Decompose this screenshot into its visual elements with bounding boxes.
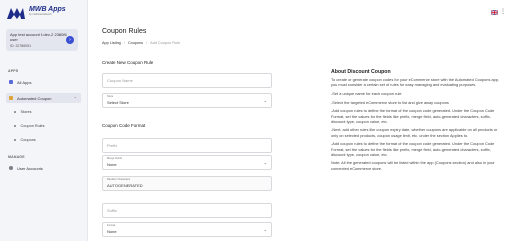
account-id: ID: 22786051	[10, 44, 32, 48]
sidebar-subitem-label: Coupon Rules	[20, 124, 45, 128]
coupon-name-placeholder: Coupon Name	[107, 78, 133, 83]
bullet-icon	[14, 125, 16, 127]
sidebar-subitem-label: Stores	[20, 110, 32, 114]
about-paragraph: -Add coupon rules to define the format o…	[331, 141, 495, 157]
merge-fields-label: Merge Fields	[107, 157, 122, 160]
chevron-down-icon: ⌄	[263, 227, 267, 232]
about-panel: About Discount Coupon To create or gener…	[331, 69, 503, 174]
store-label: Store	[107, 95, 114, 98]
format-select[interactable]: Format None ⌄	[102, 222, 272, 237]
sidebar-item-label: All Apps	[17, 79, 32, 85]
chevron-up-icon: ⌃	[73, 95, 77, 101]
store-value: Select Store	[107, 100, 129, 105]
sidebar-item-label: User Accounts	[17, 165, 43, 171]
sidebar-subitem-stores[interactable]: Stores	[14, 110, 31, 114]
chevron-down-icon: ⌄	[263, 98, 267, 103]
about-paragraph: To create or generate coupon codes for y…	[331, 77, 500, 88]
about-paragraph: -Select the targeted eCommerce store to …	[331, 99, 449, 105]
breadcrumb-coupons[interactable]: Coupons	[128, 41, 143, 45]
suffix-placeholder: Suffix	[107, 208, 117, 213]
about-paragraph: -Add coupon rules to define the format o…	[331, 108, 495, 124]
sidebar-item-user-accounts[interactable]: User Accounts	[6, 163, 81, 173]
coupon-icon	[9, 96, 13, 100]
breadcrumb: App Listing / Coupons / Add Coupon Rule	[102, 41, 181, 45]
chevron-right-icon[interactable]: ›	[66, 36, 74, 44]
sidebar-subitem-coupons[interactable]: Coupons	[14, 138, 36, 142]
brand-name: MWB Apps	[29, 6, 66, 13]
apps-section-label: APPS	[8, 69, 19, 73]
main-content: ⋮ Coupon Rules App Listing / Coupons / Add C…	[95, 0, 512, 241]
random-characters-value: AUTOGENERATED	[107, 183, 143, 188]
about-paragraph: Note: All the generated coupons will be …	[331, 160, 495, 171]
page-title: Coupon Rules	[102, 28, 147, 35]
account-name: App test account f-dev-2 2380f6 user	[10, 32, 67, 42]
manage-section-label: MANAGE	[8, 155, 25, 159]
brand-tagline: by mobileworkbench	[29, 13, 52, 16]
prefix-input[interactable]: Prefix	[102, 138, 272, 153]
grid-icon	[9, 80, 13, 84]
suffix-input[interactable]: Suffix	[102, 203, 272, 218]
random-characters-field: Random Characters AUTOGENERATED	[102, 176, 272, 191]
coupon-code-format-heading: Coupon Code Format	[102, 123, 146, 128]
merge-fields-value: None	[107, 162, 117, 167]
mwb-logo-icon	[7, 8, 25, 19]
random-characters-label: Random Characters	[107, 178, 131, 181]
sidebar-item-all-apps[interactable]: All Apps	[6, 77, 81, 87]
coupon-name-input[interactable]: Coupon Name	[102, 73, 272, 88]
chevron-down-icon: ⌄	[263, 160, 267, 165]
sidebar-subitem-label: Coupons	[20, 138, 36, 142]
bullet-icon	[14, 139, 16, 141]
prefix-placeholder: Prefix	[107, 143, 118, 148]
store-select[interactable]: Store Select Store ⌄	[102, 93, 272, 108]
sidebar-subitem-coupon-rules[interactable]: Coupon Rules	[14, 124, 45, 128]
uk-flag-icon[interactable]	[491, 10, 498, 15]
about-paragraph: -Set a unique name for each coupon rule	[331, 90, 402, 96]
format-label: Format	[107, 224, 116, 227]
more-options-icon[interactable]: ⋮	[500, 9, 506, 15]
breadcrumb-current: Add Coupon Rule	[150, 41, 181, 45]
user-icon	[9, 166, 13, 170]
breadcrumb-app-listing[interactable]: App Listing	[102, 41, 121, 45]
bullet-icon	[14, 111, 16, 113]
merge-fields-select[interactable]: Merge Fields None ⌄	[102, 155, 272, 170]
format-value: None	[107, 229, 117, 234]
sidebar: MWB Apps by mobileworkbench App test acc…	[0, 0, 88, 241]
about-title: About Discount Coupon	[331, 69, 391, 75]
sidebar-item-automated-coupon[interactable]: Automated Coupon ⌃	[6, 93, 81, 103]
about-paragraph: -Next, add other rules like coupon expir…	[331, 127, 498, 138]
brand-logo[interactable]: MWB Apps by mobileworkbench	[6, 6, 66, 20]
account-switcher[interactable]: App test account f-dev-2 2380f6 user ID:…	[6, 29, 78, 51]
create-rule-heading: Create New Coupon Rule	[102, 60, 154, 65]
sidebar-item-label: Automated Coupon	[17, 95, 52, 101]
